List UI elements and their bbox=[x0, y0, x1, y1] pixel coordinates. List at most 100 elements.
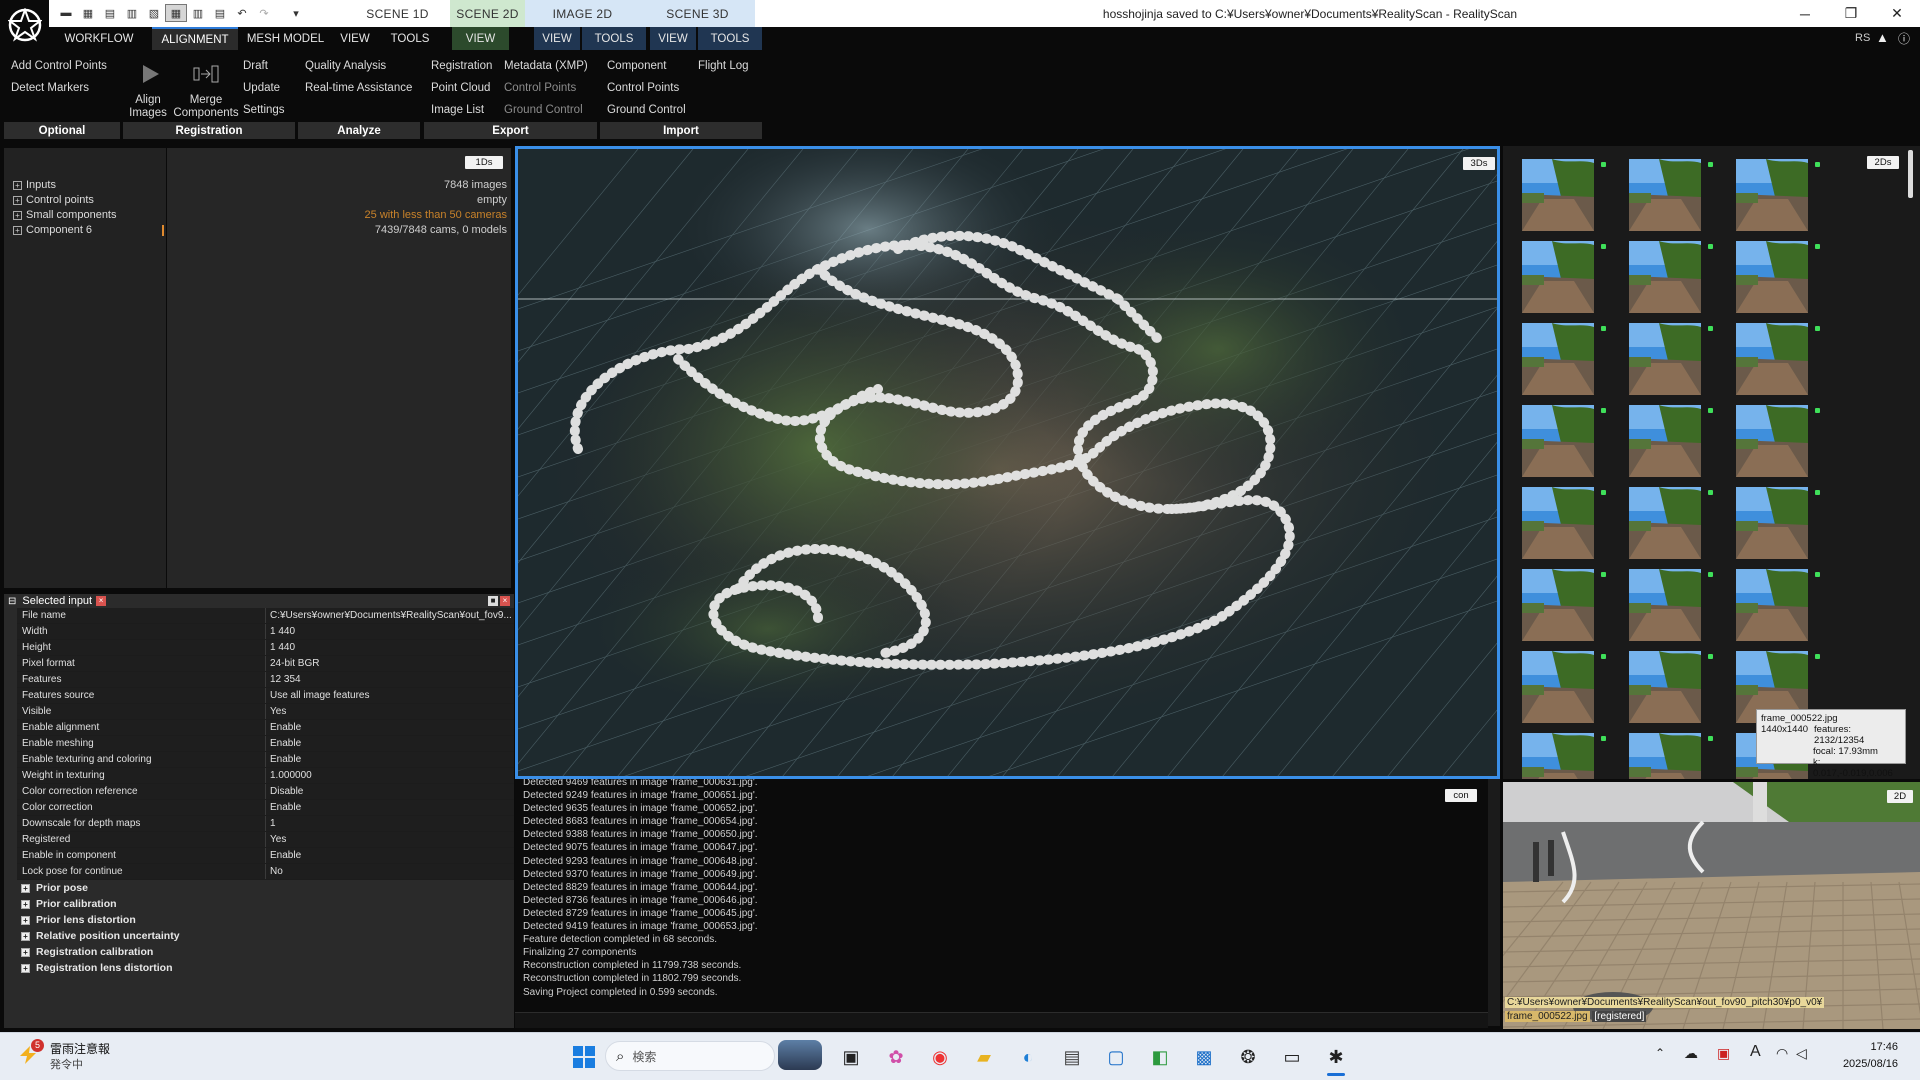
image-2d-view[interactable]: 2D bbox=[1503, 782, 1920, 1029]
property-row[interactable]: Enable meshing Enable bbox=[17, 736, 514, 752]
property-value[interactable]: 24-bit BGR bbox=[266, 656, 514, 671]
weather-title[interactable]: 雷雨注意報 bbox=[50, 1040, 110, 1057]
property-value[interactable]: Disable bbox=[266, 784, 514, 799]
warning-icon[interactable]: ▲ bbox=[1876, 30, 1889, 45]
merge-components-label-2[interactable]: Components bbox=[171, 107, 241, 119]
import-ground-control-button[interactable]: Ground Control bbox=[607, 104, 686, 116]
property-row[interactable]: Downscale for depth maps 1 bbox=[17, 816, 514, 832]
collapse-icon[interactable]: ⊟ bbox=[8, 596, 16, 607]
import-component-button[interactable]: Component bbox=[607, 60, 666, 72]
thumbnail-image[interactable] bbox=[1736, 323, 1808, 395]
thumbnail-image[interactable] bbox=[1629, 241, 1701, 313]
property-value[interactable]: No bbox=[266, 864, 514, 879]
rs-badge[interactable]: RS bbox=[1855, 32, 1870, 44]
tree-item-small-components[interactable]: + Small components bbox=[13, 209, 117, 221]
property-row[interactable]: Enable alignment Enable bbox=[17, 720, 514, 736]
realityscan-logo[interactable] bbox=[0, 0, 49, 50]
app-icon-1[interactable]: ▤ bbox=[1059, 1044, 1085, 1070]
export-control-points-button[interactable]: Control Points bbox=[504, 82, 576, 94]
expand-icon[interactable]: + bbox=[13, 225, 22, 235]
property-value[interactable]: 12 354 bbox=[266, 672, 514, 687]
property-row[interactable]: Weight in texturing 1.000000 bbox=[17, 768, 514, 784]
align-images-label-1[interactable]: Align bbox=[132, 94, 164, 106]
property-value[interactable]: Enable bbox=[266, 800, 514, 815]
layout-5-icon[interactable]: ▧ bbox=[143, 4, 165, 22]
property-row[interactable]: Color correction Enable bbox=[17, 800, 514, 816]
file-explorer-icon[interactable]: ▰ bbox=[971, 1044, 997, 1070]
thumbnail-image[interactable] bbox=[1629, 323, 1701, 395]
export-point-cloud-button[interactable]: Point Cloud bbox=[431, 82, 490, 94]
import-control-points-button[interactable]: Control Points bbox=[607, 82, 679, 94]
menu-tools-image2d[interactable]: TOOLS bbox=[582, 27, 646, 50]
tree-item-inputs[interactable]: + Inputs bbox=[13, 179, 56, 191]
merge-components-label-1[interactable]: Merge bbox=[188, 94, 224, 106]
export-image-list-button[interactable]: Image List bbox=[431, 104, 484, 116]
layout-2-icon[interactable]: ▦ bbox=[77, 4, 99, 22]
property-row[interactable]: Enable in component Enable bbox=[17, 848, 514, 864]
terminal-icon[interactable]: ▭ bbox=[1279, 1044, 1305, 1070]
tray-chevron-icon[interactable]: ⌃ bbox=[1655, 1046, 1665, 1060]
thumbnail-image[interactable] bbox=[1736, 569, 1808, 641]
tree-item-component-6[interactable]: + Component 6 bbox=[13, 224, 92, 236]
menu-view-2d[interactable]: VIEW bbox=[452, 27, 509, 50]
redo-icon[interactable]: ↷ bbox=[253, 4, 275, 22]
tab-scene-1d[interactable]: SCENE 1D bbox=[345, 0, 450, 27]
thumbnail-image[interactable] bbox=[1522, 651, 1594, 723]
expand-icon[interactable]: + bbox=[13, 195, 22, 205]
tab-scene-3d[interactable]: SCENE 3D bbox=[640, 0, 755, 27]
property-group[interactable]: + Relative position uncertainty bbox=[21, 928, 514, 944]
export-metadata-button[interactable]: Metadata (XMP) bbox=[504, 60, 588, 72]
menu-tools-3d[interactable]: TOOLS bbox=[698, 27, 762, 50]
thumbnail-image[interactable] bbox=[1736, 159, 1808, 231]
ime-icon[interactable]: A bbox=[1750, 1043, 1761, 1061]
draft-button[interactable]: Draft bbox=[243, 60, 268, 72]
layout-1-icon[interactable]: ▬ bbox=[55, 4, 77, 22]
property-row[interactable]: File name C:¥Users¥owner¥Documents¥Realit… bbox=[17, 608, 514, 624]
menu-mesh-model[interactable]: MESH MODEL bbox=[241, 27, 330, 50]
export-ground-control-button[interactable]: Ground Control bbox=[504, 104, 583, 116]
pin-icon[interactable]: ■ bbox=[488, 596, 498, 606]
wifi-icon[interactable]: ◠ bbox=[1776, 1045, 1788, 1062]
restore-icon[interactable]: ❐ bbox=[1828, 0, 1874, 27]
expand-icon[interactable]: + bbox=[21, 915, 30, 925]
menu-view-3d[interactable]: VIEW bbox=[650, 27, 696, 50]
start-icon[interactable] bbox=[571, 1044, 597, 1070]
property-value[interactable]: 1 440 bbox=[266, 640, 514, 655]
widget-image-icon[interactable] bbox=[778, 1040, 822, 1070]
property-row[interactable]: Features source Use all image features bbox=[17, 688, 514, 704]
realityscan-taskbar-icon[interactable]: ✱ bbox=[1323, 1044, 1349, 1070]
thumbnail-image[interactable] bbox=[1736, 241, 1808, 313]
console-input[interactable] bbox=[515, 1012, 1488, 1028]
property-row[interactable]: Registered Yes bbox=[17, 832, 514, 848]
console-tag[interactable]: con bbox=[1445, 789, 1477, 802]
console-scrollbar[interactable] bbox=[1488, 779, 1500, 1026]
thumbnail-image[interactable] bbox=[1522, 159, 1594, 231]
detect-markers-button[interactable]: Detect Markers bbox=[11, 82, 89, 94]
expand-icon[interactable]: + bbox=[13, 180, 22, 190]
property-value[interactable]: Enable bbox=[266, 848, 514, 863]
expand-icon[interactable]: + bbox=[21, 931, 30, 941]
layout-7-icon[interactable]: ▥ bbox=[187, 4, 209, 22]
thumbnails-scrollbar[interactable] bbox=[1908, 150, 1913, 198]
chatgpt-icon[interactable]: ❂ bbox=[1235, 1044, 1261, 1070]
help-icon[interactable]: ⓘ bbox=[1898, 30, 1910, 47]
menu-alignment[interactable]: ALIGNMENT bbox=[152, 27, 238, 50]
property-group[interactable]: + Registration lens distortion bbox=[21, 960, 514, 976]
app-icon-3[interactable]: ◧ bbox=[1147, 1044, 1173, 1070]
property-value[interactable]: 1 bbox=[266, 816, 514, 831]
scene-3d-view[interactable]: 3Ds bbox=[515, 146, 1500, 779]
property-value[interactable]: Use all image features bbox=[266, 688, 514, 703]
export-registration-button[interactable]: Registration bbox=[431, 60, 492, 72]
thumbnail-image[interactable] bbox=[1629, 405, 1701, 477]
undo-icon[interactable]: ↶ bbox=[231, 4, 253, 22]
property-row[interactable]: Visible Yes bbox=[17, 704, 514, 720]
expand-icon[interactable]: + bbox=[13, 210, 22, 220]
chrome-icon[interactable]: ◉ bbox=[927, 1044, 953, 1070]
thumbnail-image[interactable] bbox=[1629, 733, 1701, 779]
taskbar-search[interactable]: ⌕ 検索 bbox=[605, 1041, 775, 1071]
app-icon-2[interactable]: ▢ bbox=[1103, 1044, 1129, 1070]
tab-image-2d[interactable]: IMAGE 2D bbox=[525, 0, 640, 27]
thumbnail-image[interactable] bbox=[1522, 241, 1594, 313]
edge-icon[interactable]: ◐ bbox=[1015, 1044, 1041, 1070]
thumbnail-image[interactable] bbox=[1629, 651, 1701, 723]
